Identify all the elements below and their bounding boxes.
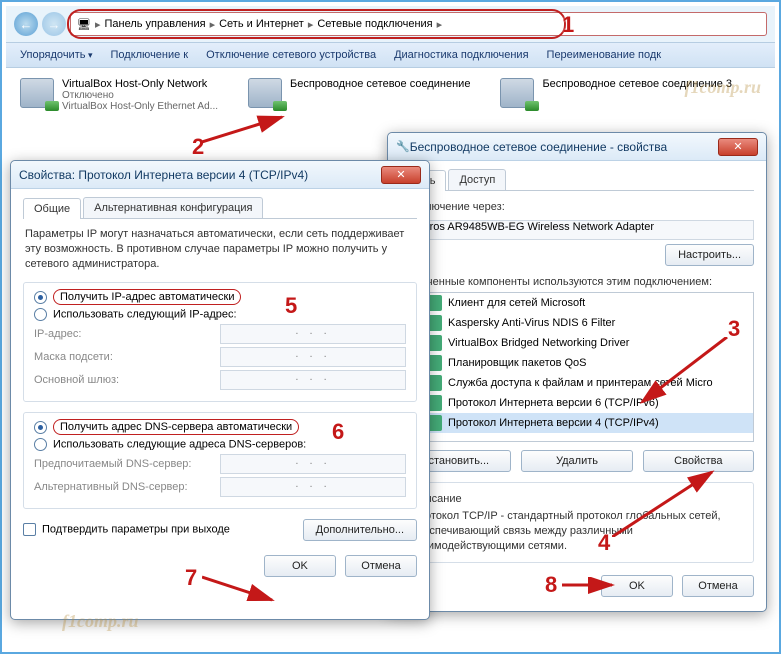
breadcrumb[interactable]: 🖥 ▸ Панель управления ▸ Сеть и Интернет … — [70, 12, 767, 36]
list-item[interactable]: Kaspersky Anti-Virus NDIS 6 Filter — [448, 317, 615, 329]
list-item[interactable]: Служба доступа к файлам и принтерам сете… — [448, 377, 713, 389]
toolbar-disable[interactable]: Отключение сетевого устройства — [206, 49, 376, 61]
checkbox-label: Подтвердить параметры при выходе — [42, 523, 230, 535]
checkbox-icon — [23, 523, 36, 536]
network-adapter: VirtualBox Host-Only Ethernet Ad... — [62, 101, 218, 112]
remove-button[interactable]: Удалить — [521, 450, 632, 472]
forward-button[interactable]: → — [42, 12, 66, 36]
explorer-toolbar: Упорядочить Подключение к Отключение сет… — [6, 42, 775, 68]
toolbar-organize[interactable]: Упорядочить — [20, 49, 93, 61]
intro-text: Параметры IP могут назначаться автоматич… — [25, 227, 415, 272]
connection-properties-dialog: 🔧 Беспроводное сетевое соединение - свой… — [387, 132, 767, 612]
ipv4-properties-dialog: Свойства: Протокол Интернета версии 4 (T… — [10, 160, 430, 620]
network-adapter-icon — [248, 78, 282, 108]
chevron-right-icon: ▸ — [308, 18, 314, 31]
radio-label: Использовать следующий IP-адрес: — [53, 308, 237, 320]
list-item[interactable]: Протокол Интернета версии 6 (TCP/IPv6) — [448, 397, 659, 409]
radio-icon — [34, 291, 47, 304]
cancel-button[interactable]: Отмена — [682, 575, 754, 597]
advanced-button[interactable]: Дополнительно... — [303, 519, 417, 541]
radio-ip-manual[interactable]: Использовать следующий IP-адрес: — [34, 308, 406, 321]
toolbar-connect[interactable]: Подключение к — [111, 49, 189, 61]
description-title: Описание — [411, 491, 743, 509]
back-button[interactable]: ← — [14, 12, 38, 36]
tab-general[interactable]: Общие — [23, 198, 81, 219]
network-item[interactable]: Беспроводное сетевое соединение — [248, 78, 470, 112]
network-title: Беспроводное сетевое соединение — [290, 78, 470, 90]
dialog-title: Свойства: Протокол Интернета версии 4 (T… — [19, 168, 381, 182]
components-label: Отмеченные компоненты используются этим … — [400, 274, 754, 292]
breadcrumb-item[interactable]: Сеть и Интернет — [219, 18, 304, 30]
breadcrumb-item[interactable]: Сетевые подключения — [317, 18, 432, 30]
tab-access[interactable]: Доступ — [448, 169, 506, 190]
chevron-right-icon: ▸ — [437, 18, 443, 31]
network-item[interactable]: VirtualBox Host-Only Network Отключено V… — [20, 78, 218, 112]
radio-icon — [34, 438, 47, 451]
ip-label: IP-адрес: — [34, 328, 214, 340]
breadcrumb-root-icon: 🖥 — [77, 18, 91, 31]
properties-button[interactable]: Свойства — [643, 450, 754, 472]
toolbar-diagnose[interactable]: Диагностика подключения — [394, 49, 528, 61]
network-status: Отключено — [62, 90, 218, 101]
network-title: VirtualBox Host-Only Network — [62, 78, 218, 90]
close-button[interactable]: ✕ — [381, 166, 421, 184]
breadcrumb-item[interactable]: Панель управления — [105, 18, 206, 30]
dns2-field[interactable]: . . . — [220, 477, 406, 497]
list-item[interactable]: Протокол Интернета версии 4 (TCP/IPv4) — [448, 417, 659, 429]
validate-checkbox[interactable]: Подтвердить параметры при выходе — [23, 523, 230, 536]
dns1-label: Предпочитаемый DNS-сервер: — [34, 458, 214, 470]
configure-button[interactable]: Настроить... — [665, 244, 754, 266]
dialog-title: Беспроводное сетевое соединение - свойст… — [410, 140, 718, 154]
list-item[interactable]: Планировщик пакетов QoS — [448, 357, 587, 369]
tab-alt-config[interactable]: Альтернативная конфигурация — [83, 197, 263, 218]
toolbar-rename[interactable]: Переименование подк — [547, 49, 662, 61]
list-item[interactable]: Клиент для сетей Microsoft — [448, 297, 585, 309]
radio-icon — [34, 421, 47, 434]
radio-dns-auto[interactable]: Получить адрес DNS-сервера автоматически — [34, 421, 406, 434]
radio-label: Использовать следующие адреса DNS-сервер… — [53, 438, 306, 450]
shield-icon: 🔧 — [396, 140, 410, 153]
dns2-label: Альтернативный DNS-сервер: — [34, 481, 214, 493]
radio-label: Получить IP-адрес автоматически — [53, 289, 241, 305]
ok-button[interactable]: OK — [601, 575, 673, 597]
components-list[interactable]: Клиент для сетей Microsoft Kaspersky Ant… — [400, 292, 754, 442]
gateway-field[interactable]: . . . — [220, 370, 406, 390]
network-adapter-icon — [500, 78, 534, 108]
ip-field[interactable]: . . . — [220, 324, 406, 344]
network-adapter-icon — [20, 78, 54, 108]
chevron-right-icon: ▸ — [210, 18, 216, 31]
mask-field[interactable]: . . . — [220, 347, 406, 367]
close-button[interactable]: ✕ — [718, 138, 758, 156]
radio-icon — [34, 308, 47, 321]
description-text: Протокол TCP/IP - стандартный протокол г… — [411, 509, 743, 554]
chevron-right-icon: ▸ — [95, 18, 101, 31]
radio-label: Получить адрес DNS-сервера автоматически — [53, 419, 299, 435]
watermark: f1comp.ru — [62, 612, 139, 630]
radio-ip-auto[interactable]: Получить IP-адрес автоматически — [34, 291, 406, 304]
ok-button[interactable]: OK — [264, 555, 336, 577]
gateway-label: Основной шлюз: — [34, 374, 214, 386]
cancel-button[interactable]: Отмена — [345, 555, 417, 577]
radio-dns-manual[interactable]: Использовать следующие адреса DNS-сервер… — [34, 438, 406, 451]
watermark: f1comp.ru — [685, 78, 762, 96]
mask-label: Маска подсети: — [34, 351, 214, 363]
connect-via-label: Подключение через: — [400, 199, 754, 217]
list-item[interactable]: VirtualBox Bridged Networking Driver — [448, 337, 629, 349]
adapter-field: Atheros AR9485WB-EG Wireless Network Ada… — [400, 220, 754, 240]
dns1-field[interactable]: . . . — [220, 454, 406, 474]
